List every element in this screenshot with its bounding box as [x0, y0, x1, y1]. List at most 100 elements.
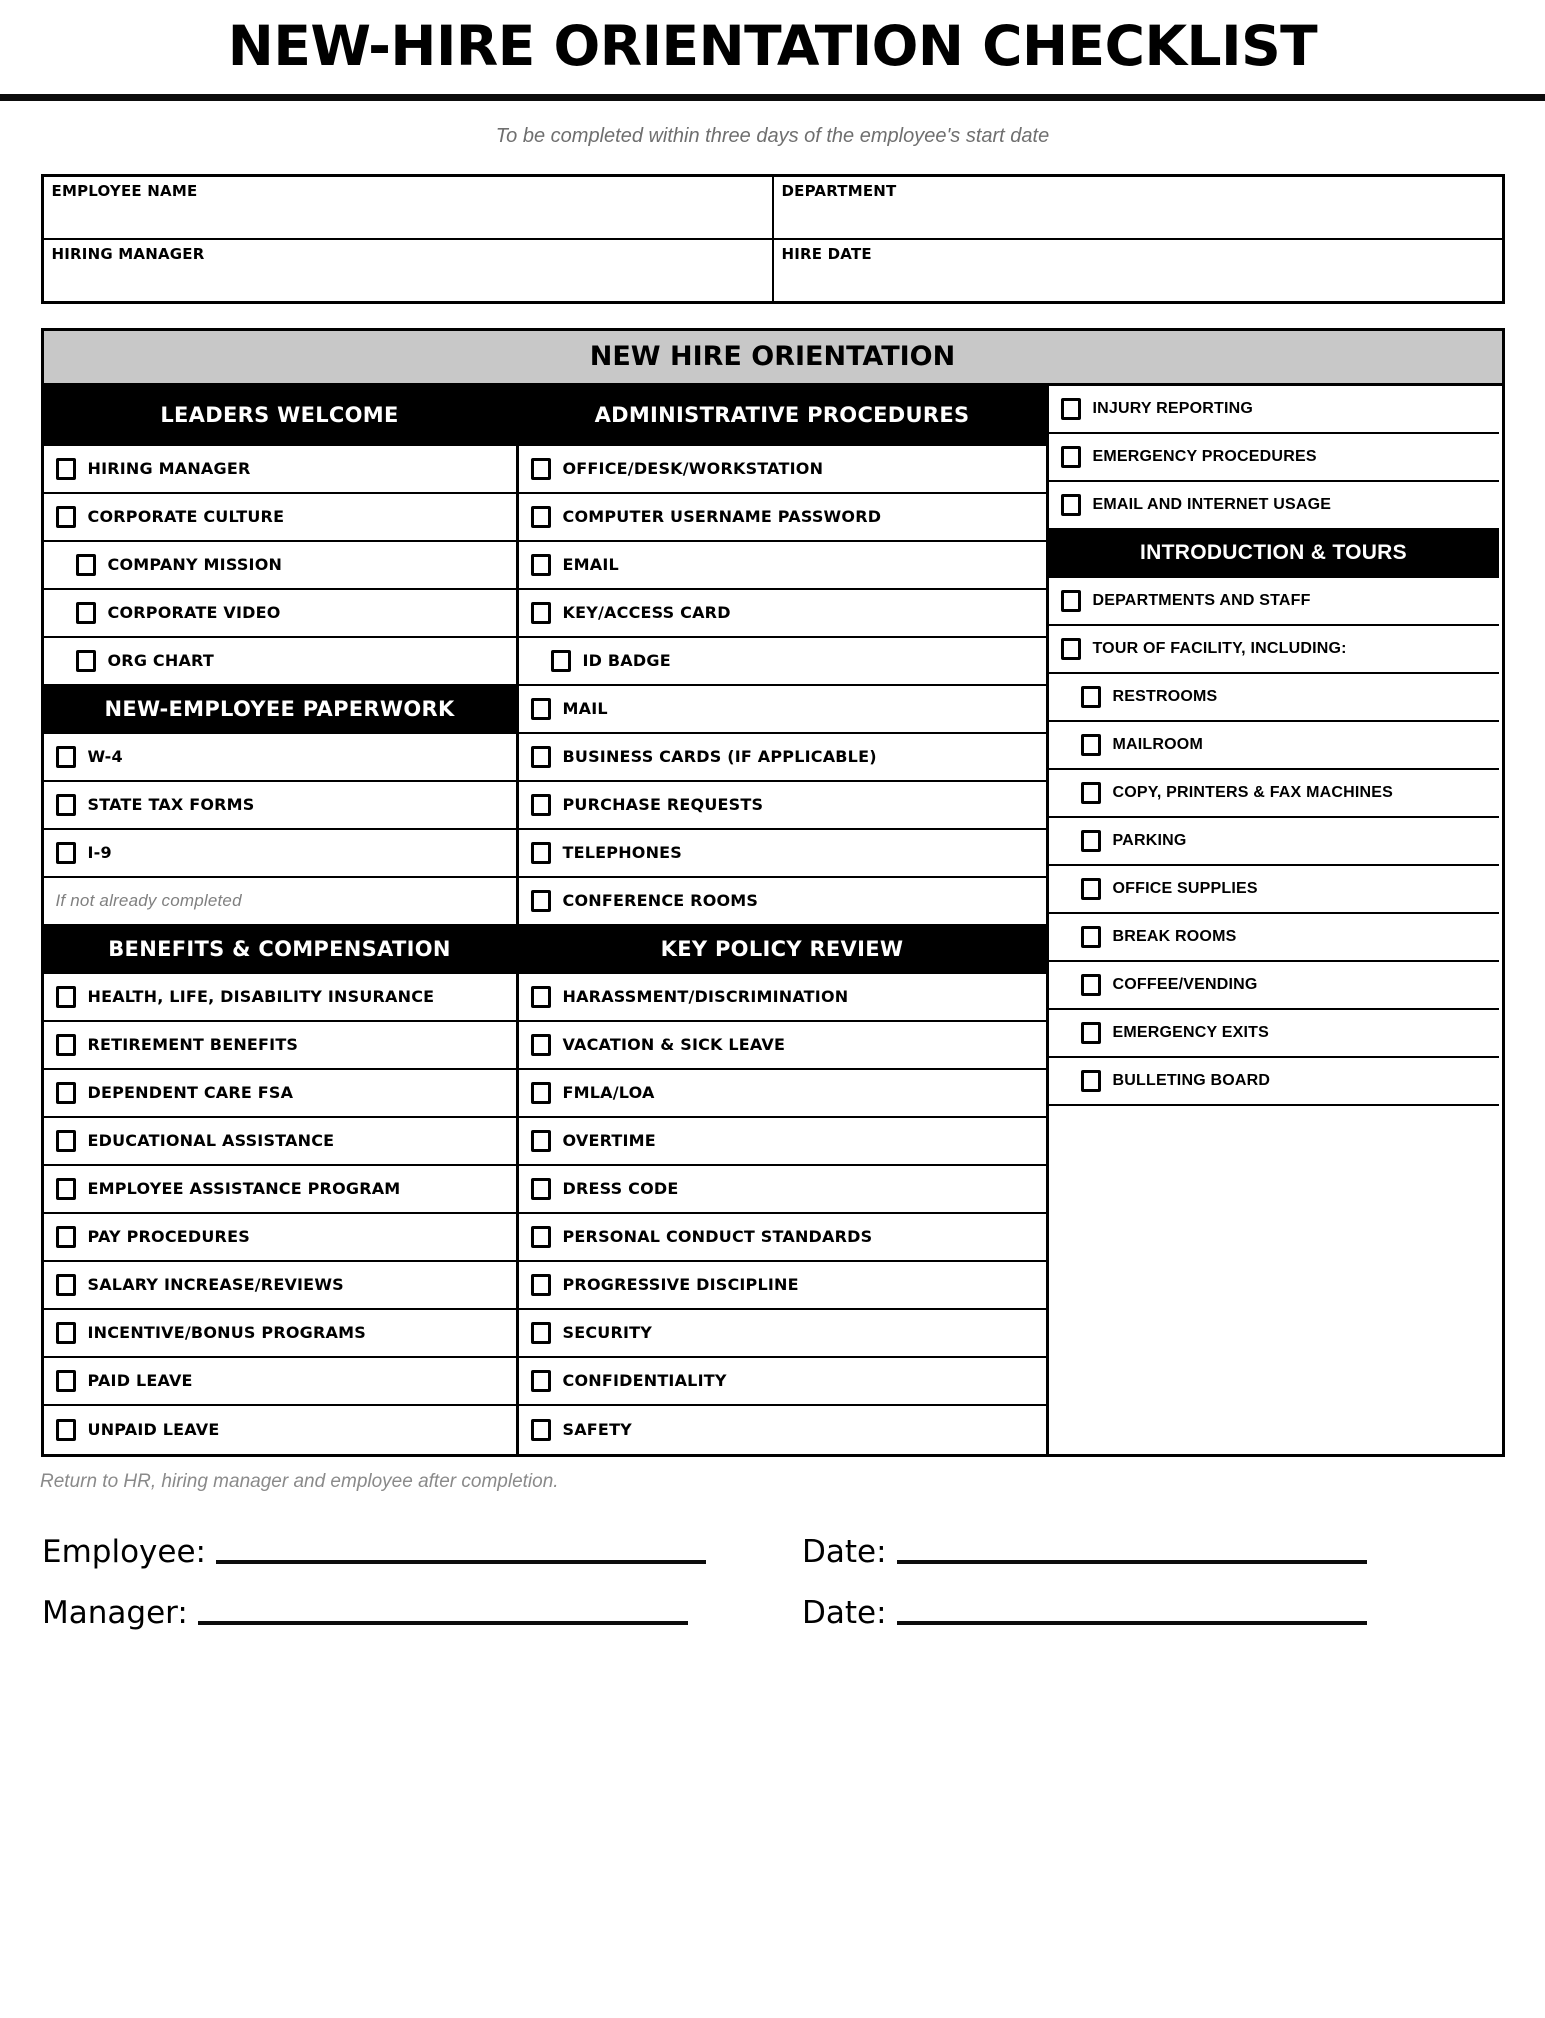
checklist-item-health-life-disability-insurance[interactable]: HEALTH, LIFE, DISABILITY INSURANCE — [43, 974, 516, 1022]
checkbox-icon[interactable] — [530, 1033, 551, 1056]
checkbox-icon[interactable] — [1080, 1069, 1101, 1092]
checkbox-icon[interactable] — [55, 985, 76, 1008]
checklist-item-paid-leave[interactable]: PAID LEAVE — [43, 1358, 516, 1406]
field-hire-date[interactable]: HIRE DATE — [771, 237, 1504, 304]
checklist-item-purchase-requests[interactable]: PURCHASE REQUESTS — [518, 782, 1046, 830]
checklist-item-key-access-card[interactable]: KEY/ACCESS CARD — [518, 590, 1046, 638]
checkbox-icon[interactable] — [530, 553, 551, 576]
checklist-item-copy-printers-fax-machines[interactable]: COPY, PRINTERS & FAX MACHINES — [1048, 770, 1499, 818]
checkbox-icon[interactable] — [55, 1129, 76, 1152]
checklist-item-mail[interactable]: MAIL — [518, 686, 1046, 734]
checkbox-icon[interactable] — [1060, 589, 1081, 612]
checklist-item-email[interactable]: EMAIL — [518, 542, 1046, 590]
checkbox-icon[interactable] — [1080, 733, 1101, 756]
checkbox-icon[interactable] — [530, 1418, 551, 1441]
checklist-item-bulleting-board[interactable]: BULLETING BOARD — [1048, 1058, 1499, 1106]
manager-date-line[interactable] — [896, 1620, 1367, 1625]
checklist-item-emergency-procedures[interactable]: EMERGENCY PROCEDURES — [1048, 434, 1499, 482]
checklist-item-break-rooms[interactable]: BREAK ROOMS — [1048, 914, 1499, 962]
employee-signature-line[interactable] — [215, 1559, 706, 1564]
checkbox-icon[interactable] — [55, 1369, 76, 1392]
checklist-item-unpaid-leave[interactable]: UNPAID LEAVE — [44, 1406, 516, 1454]
checklist-item-hiring-manager[interactable]: HIRING MANAGER — [43, 446, 516, 494]
checklist-item-parking[interactable]: PARKING — [1048, 818, 1499, 866]
checklist-item-id-badge[interactable]: ID BADGE — [518, 638, 1046, 686]
checkbox-icon[interactable] — [1080, 925, 1101, 948]
checkbox-icon[interactable] — [530, 1225, 551, 1248]
checklist-item-org-chart[interactable]: ORG CHART — [43, 638, 516, 686]
checkbox-icon[interactable] — [55, 1177, 76, 1200]
checklist-item-confidentiality[interactable]: CONFIDENTIALITY — [518, 1358, 1046, 1406]
checklist-item-injury-reporting[interactable]: INJURY REPORTING — [1048, 386, 1499, 434]
checkbox-icon[interactable] — [530, 889, 551, 912]
checkbox-icon[interactable] — [55, 841, 76, 864]
manager-signature-line[interactable] — [197, 1620, 688, 1625]
employee-date-line[interactable] — [896, 1559, 1367, 1564]
checkbox-icon[interactable] — [55, 1418, 76, 1441]
checkbox-icon[interactable] — [75, 553, 96, 576]
checkbox-icon[interactable] — [1080, 685, 1101, 708]
checklist-item-tour-of-facility-including[interactable]: TOUR OF FACILITY, INCLUDING: — [1048, 626, 1499, 674]
checklist-item-dependent-care-fsa[interactable]: DEPENDENT CARE FSA — [43, 1070, 516, 1118]
checkbox-icon[interactable] — [530, 985, 551, 1008]
checklist-item-dress-code[interactable]: DRESS CODE — [518, 1166, 1046, 1214]
checkbox-icon[interactable] — [530, 1369, 551, 1392]
checklist-item-restrooms[interactable]: RESTROOMS — [1048, 674, 1499, 722]
checkbox-icon[interactable] — [55, 457, 76, 480]
checkbox-icon[interactable] — [530, 1273, 551, 1296]
checkbox-icon[interactable] — [55, 745, 76, 768]
checklist-item-corporate-culture[interactable]: CORPORATE CULTURE — [43, 494, 516, 542]
checkbox-icon[interactable] — [55, 1225, 76, 1248]
checkbox-icon[interactable] — [55, 505, 76, 528]
checkbox-icon[interactable] — [530, 457, 551, 480]
checklist-item-computer-username-password[interactable]: COMPUTER USERNAME PASSWORD — [518, 494, 1046, 542]
checkbox-icon[interactable] — [530, 793, 551, 816]
checklist-item-safety[interactable]: SAFETY — [519, 1406, 1046, 1454]
checkbox-icon[interactable] — [530, 697, 551, 720]
field-employee-name[interactable]: EMPLOYEE NAME — [41, 174, 774, 240]
checklist-item-incentive-bonus-programs[interactable]: INCENTIVE/BONUS PROGRAMS — [43, 1310, 516, 1358]
checkbox-icon[interactable] — [1060, 445, 1081, 468]
checklist-item-emergency-exits[interactable]: EMERGENCY EXITS — [1048, 1010, 1499, 1058]
checklist-item-harassment-discrimination[interactable]: HARASSMENT/DISCRIMINATION — [518, 974, 1046, 1022]
checklist-item-employee-assistance-program[interactable]: EMPLOYEE ASSISTANCE PROGRAM — [43, 1166, 516, 1214]
checklist-item-mailroom[interactable]: MAILROOM — [1048, 722, 1499, 770]
checklist-item-fmla-loa[interactable]: FMLA/LOA — [518, 1070, 1046, 1118]
checkbox-icon[interactable] — [75, 601, 96, 624]
field-hiring-manager[interactable]: HIRING MANAGER — [41, 237, 774, 304]
checkbox-icon[interactable] — [530, 505, 551, 528]
checkbox-icon[interactable] — [75, 649, 96, 672]
checklist-item-salary-increase-reviews[interactable]: SALARY INCREASE/REVIEWS — [43, 1262, 516, 1310]
checkbox-icon[interactable] — [530, 1321, 551, 1344]
checkbox-icon[interactable] — [55, 1081, 76, 1104]
checklist-item-security[interactable]: SECURITY — [518, 1310, 1046, 1358]
checkbox-icon[interactable] — [530, 841, 551, 864]
checkbox-icon[interactable] — [55, 1273, 76, 1296]
checklist-item-business-cards-if-applicable[interactable]: BUSINESS CARDS (IF APPLICABLE) — [518, 734, 1046, 782]
checklist-item-personal-conduct-standards[interactable]: PERSONAL CONDUCT STANDARDS — [518, 1214, 1046, 1262]
checkbox-icon[interactable] — [1060, 397, 1081, 420]
checkbox-icon[interactable] — [1080, 781, 1101, 804]
checklist-item-i-9[interactable]: I-9 — [43, 830, 516, 878]
checklist-item-office-supplies[interactable]: OFFICE SUPPLIES — [1048, 866, 1499, 914]
checklist-item-w-4[interactable]: W-4 — [43, 734, 516, 782]
checkbox-icon[interactable] — [1080, 829, 1101, 852]
checkbox-icon[interactable] — [1060, 637, 1081, 660]
checkbox-icon[interactable] — [530, 1129, 551, 1152]
checklist-item-coffee-vending[interactable]: COFFEE/VENDING — [1048, 962, 1499, 1010]
checklist-item-departments-and-staff[interactable]: DEPARTMENTS AND STAFF — [1048, 578, 1499, 626]
checklist-item-company-mission[interactable]: COMPANY MISSION — [43, 542, 516, 590]
checklist-item-pay-procedures[interactable]: PAY PROCEDURES — [43, 1214, 516, 1262]
checkbox-icon[interactable] — [1080, 877, 1101, 900]
checkbox-icon[interactable] — [1080, 1021, 1101, 1044]
checklist-item-office-desk-workstation[interactable]: OFFICE/DESK/WORKSTATION — [518, 446, 1046, 494]
checkbox-icon[interactable] — [1080, 973, 1101, 996]
checkbox-icon[interactable] — [550, 649, 571, 672]
checkbox-icon[interactable] — [530, 601, 551, 624]
checkbox-icon[interactable] — [55, 1033, 76, 1056]
checklist-item-email-and-internet-usage[interactable]: EMAIL AND INTERNET USAGE — [1048, 482, 1499, 530]
checkbox-icon[interactable] — [55, 1321, 76, 1344]
checklist-item-overtime[interactable]: OVERTIME — [518, 1118, 1046, 1166]
checklist-item-state-tax-forms[interactable]: STATE TAX FORMS — [43, 782, 516, 830]
checklist-item-educational-assistance[interactable]: EDUCATIONAL ASSISTANCE — [43, 1118, 516, 1166]
